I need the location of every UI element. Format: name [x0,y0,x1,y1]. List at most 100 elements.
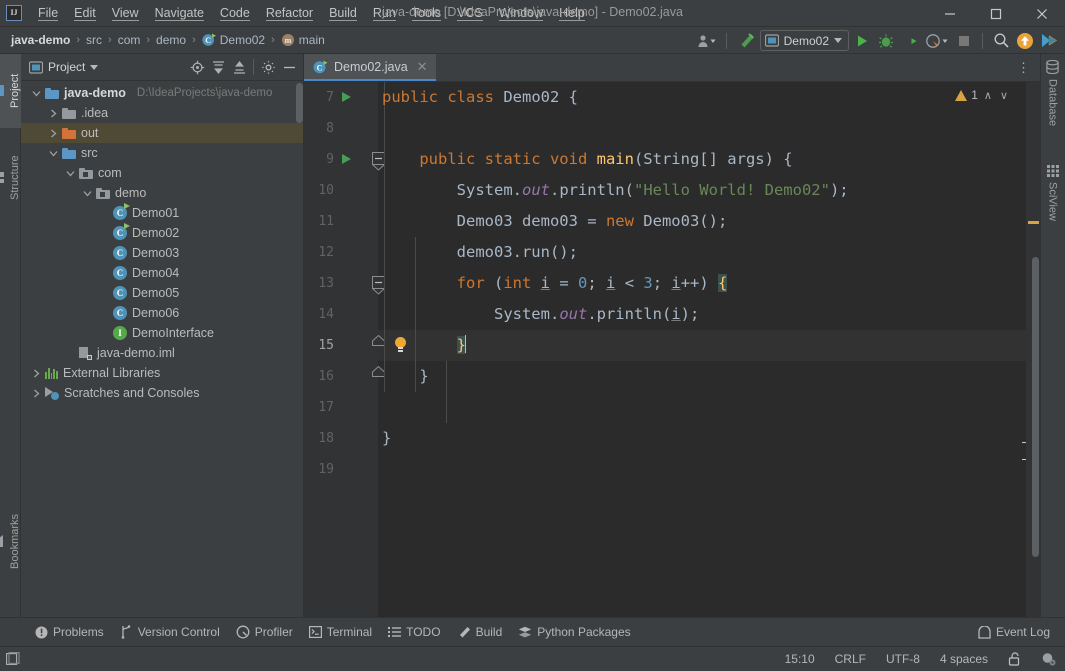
project-tree-scrollbar[interactable] [296,83,303,123]
tree-node-java-demo-iml[interactable]: java-demo.iml [21,343,303,363]
menu-edit[interactable]: Edit [66,3,104,23]
project-panel-actions [187,57,299,77]
previous-problem-icon[interactable]: ∧ [982,89,994,102]
class-runnable-icon: C [313,60,328,74]
collapse-all-icon[interactable] [229,57,249,77]
expand-all-icon[interactable] [208,57,228,77]
chevron-down-icon[interactable] [65,168,76,179]
breadcrumb-item-demo02[interactable]: CDemo02 [199,31,268,49]
unlocked-icon[interactable] [1005,650,1024,668]
run-coverage-icon[interactable] [899,30,921,52]
maximize-button[interactable] [973,0,1019,27]
breadcrumb-item-src[interactable]: src [83,31,105,49]
next-problem-icon[interactable]: ∨ [998,89,1010,102]
menu-tools[interactable]: Tools [404,3,449,23]
search-everywhere-icon[interactable] [990,30,1012,52]
stripe-tab-structure[interactable]: Structure [0,134,21,222]
tree-node-demo01[interactable]: CDemo01 [21,203,303,223]
menu-refactor[interactable]: Refactor [258,3,321,23]
tree-node-label: Demo02 [132,226,179,240]
debug-icon[interactable] [875,30,897,52]
tool-window-build[interactable]: Build [450,622,510,642]
run-configuration-selector[interactable]: Demo02 [760,30,849,51]
stripe-tab-bookmarks[interactable]: Bookmarks [0,491,21,591]
tree-node-demo04[interactable]: CDemo04 [21,263,303,283]
menu-view[interactable]: View [104,3,147,23]
vcs-user-icon[interactable] [695,30,719,52]
inspections-widget[interactable]: 1 ∧ ∨ [955,88,1010,102]
tool-window-todo[interactable]: TODO [381,622,447,642]
breadcrumb-item-java-demo[interactable]: java-demo [8,31,73,49]
minimize-button[interactable] [927,0,973,27]
update-project-icon[interactable] [1014,30,1036,52]
tool-window-python-packages[interactable]: Python Packages [511,622,637,642]
menu-help[interactable]: Help [551,3,593,23]
tree-node-src[interactable]: src [21,143,303,163]
layout-icon[interactable] [6,652,20,666]
tree-node-external-libraries[interactable]: External Libraries [21,363,303,383]
stripe-tab-sciview[interactable]: SciView [1040,159,1065,244]
run-gutter-icon[interactable] [342,154,351,164]
tool-window-profiler[interactable]: Profiler [229,622,300,642]
stripe-tab-database[interactable]: Database [1040,54,1065,144]
caret-position[interactable]: 15:10 [782,650,818,668]
chevron-right-icon[interactable] [48,128,59,139]
code-line-17 [378,392,1040,423]
chevron-down-icon[interactable] [82,188,93,199]
chevron-right-icon[interactable] [31,368,42,379]
event-log-button[interactable]: Event Log [971,622,1057,642]
close-button[interactable] [1019,0,1065,27]
select-opened-file-icon[interactable] [187,57,207,77]
tree-node-demo02[interactable]: CDemo02 [21,223,303,243]
menu-vcs[interactable]: VCS [449,3,491,23]
menu-file[interactable]: File [30,3,66,23]
project-tree[interactable]: java-demoD:\IdeaProjects\java-demo.ideao… [21,81,303,617]
tool-window-terminal[interactable]: Terminal [302,622,379,642]
tree-node-com[interactable]: com [21,163,303,183]
profiler-icon[interactable] [923,30,951,52]
menu-window[interactable]: Window [491,3,551,23]
feature-trainer-icon[interactable] [1038,30,1061,52]
breadcrumb-item-com[interactable]: com [115,31,144,49]
tree-node-demointerface[interactable]: IDemoInterface [21,323,303,343]
tree-node-java-demo[interactable]: java-demoD:\IdeaProjects\java-demo [21,83,303,103]
tool-window-version-control[interactable]: Version Control [113,622,227,642]
chevron-down-icon[interactable] [31,88,42,99]
tree-node-demo[interactable]: demo [21,183,303,203]
tree-node-demo05[interactable]: CDemo05 [21,283,303,303]
editor-tab-demo02[interactable]: C Demo02.java ✕ [304,54,436,81]
code-content[interactable]: public class Demo02 { public static void… [378,82,1040,485]
tree-node-scratches-and-consoles[interactable]: Scratches and Consoles [21,383,303,403]
file-encoding[interactable]: UTF-8 [883,650,923,668]
stop-icon[interactable] [953,30,975,52]
run-gutter-icon[interactable] [342,92,351,102]
run-icon[interactable] [851,30,873,52]
menu-navigate[interactable]: Navigate [147,3,212,23]
settings-gear-icon[interactable] [258,57,278,77]
chevron-right-icon[interactable] [31,388,42,399]
breadcrumb-item-main[interactable]: mmain [278,31,328,49]
tool-window-problems[interactable]: Problems [28,622,111,642]
warning-marker[interactable] [1028,221,1039,224]
menu-run[interactable]: Run [365,3,404,23]
hide-panel-icon[interactable] [279,57,299,77]
chevron-right-icon[interactable] [48,108,59,119]
menu-build[interactable]: Build [321,3,365,23]
tree-node--idea[interactable]: .idea [21,103,303,123]
tree-node-out[interactable]: out [21,123,303,143]
line-separator[interactable]: CRLF [832,650,869,668]
inspections-widget-icon[interactable] [1038,650,1059,668]
breadcrumb-item-demo[interactable]: demo [153,31,189,49]
menu-code[interactable]: Code [212,3,258,23]
build-hammer-icon[interactable] [734,30,758,52]
tree-node-demo06[interactable]: CDemo06 [21,303,303,323]
editor-tabs-more-icon[interactable]: ⋮ [1014,54,1034,82]
project-panel-title-group[interactable]: Project [29,60,98,74]
indent-setting[interactable]: 4 spaces [937,650,991,668]
tree-node-demo03[interactable]: CDemo03 [21,243,303,263]
stripe-tab-project[interactable]: Project [0,54,21,128]
close-icon[interactable]: ✕ [417,59,428,75]
code-editor[interactable]: 78910111213141516171819 public class Dem… [304,82,1040,617]
chevron-down-icon[interactable] [48,148,59,159]
editor-scrollbar[interactable] [1032,257,1039,557]
